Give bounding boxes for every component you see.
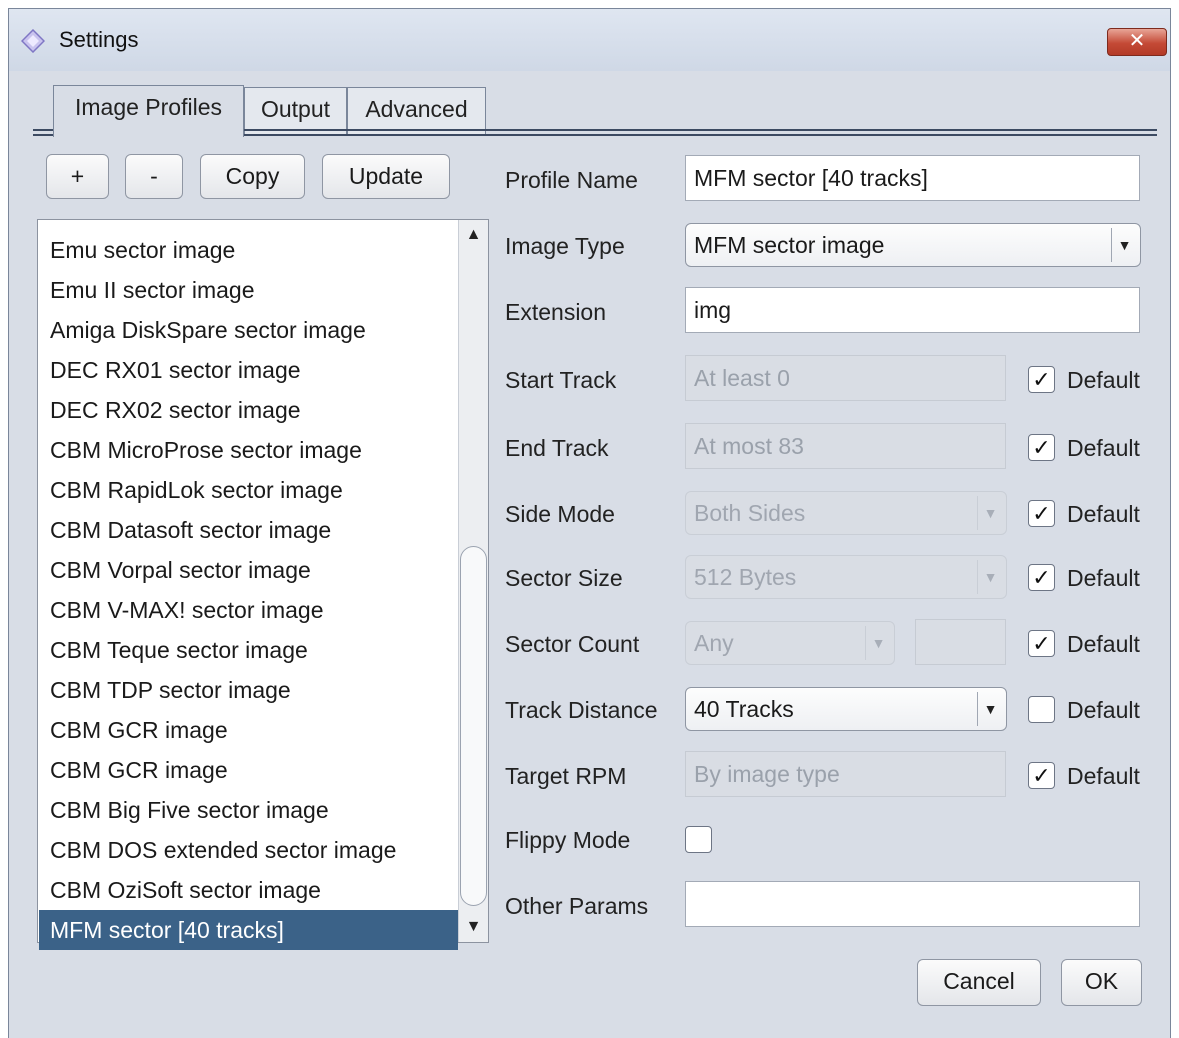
list-item[interactable]: CBM Vorpal sector image [39,550,458,590]
check-icon: ✓ [1032,631,1051,656]
side-mode-default-checkbox[interactable]: ✓ [1028,500,1055,527]
start-track-default-checkbox[interactable]: ✓ [1028,366,1055,393]
check-icon: ✓ [1032,367,1051,392]
target-rpm-label: Target RPM [505,763,627,789]
cancel-button[interactable]: Cancel [917,959,1041,1006]
image-type-select[interactable]: MFM sector image ▼ [685,223,1141,267]
other-params-field[interactable] [685,881,1140,927]
remove-profile-button[interactable]: - [125,154,183,199]
sector-count-value: Any [694,630,734,656]
tab-image-profiles[interactable]: Image Profiles [53,85,244,137]
flippy-mode-label: Flippy Mode [505,827,631,853]
check-icon: ✓ [1032,763,1051,788]
list-item[interactable]: CBM DOS extended sector image [39,830,458,870]
sector-count-default-label: Default [1067,631,1140,657]
list-item[interactable]: CBM GCR image [39,710,458,750]
check-icon: ✓ [1032,435,1051,460]
side-mode-label: Side Mode [505,501,615,527]
list-item[interactable]: CBM Datasoft sector image [39,510,458,550]
ok-button[interactable]: OK [1061,959,1142,1006]
scrollbar-thumb[interactable] [460,546,487,906]
tab-output[interactable]: Output [244,87,347,135]
check-icon: ✓ [1032,565,1051,590]
window-title: Settings [59,27,139,52]
settings-dialog: Settings ✕ Image Profiles Output Advance… [8,8,1171,1038]
scroll-down-arrow-icon[interactable]: ▼ [459,912,488,942]
extension-field[interactable]: img [685,287,1140,333]
sector-count-label: Sector Count [505,631,640,657]
other-params-label: Other Params [505,893,649,919]
target-rpm-default-checkbox[interactable]: ✓ [1028,762,1055,789]
profile-name-label: Profile Name [505,167,638,193]
image-type-label: Image Type [505,233,625,259]
tab-advanced[interactable]: Advanced [347,87,486,135]
end-track-default-checkbox[interactable]: ✓ [1028,434,1055,461]
flippy-mode-checkbox[interactable] [685,826,712,853]
start-track-field[interactable]: At least 0 [685,355,1006,401]
dropdown-arrow-icon: ▼ [977,560,1003,594]
target-rpm-default-label: Default [1067,763,1140,789]
list-item[interactable]: Emu sector image [39,230,458,270]
app-diamond-icon [21,29,45,53]
list-item[interactable]: DEC RX02 sector image [39,390,458,430]
check-icon: ✓ [1032,501,1051,526]
profile-name-field[interactable]: MFM sector [40 tracks] [685,155,1140,201]
extension-label: Extension [505,299,607,325]
target-rpm-field[interactable]: By image type [685,751,1006,797]
side-mode-default-label: Default [1067,501,1140,527]
side-mode-select[interactable]: Both Sides ▼ [685,491,1007,535]
sector-size-default-checkbox[interactable]: ✓ [1028,564,1055,591]
title-bar: Settings ✕ [9,9,1170,71]
list-item[interactable]: CBM RapidLok sector image [39,470,458,510]
close-button[interactable]: ✕ [1107,28,1167,56]
end-track-default-label: Default [1067,435,1140,461]
sector-count-field[interactable] [915,619,1006,665]
end-track-label: End Track [505,435,609,461]
end-track-field[interactable]: At most 83 [685,423,1006,469]
add-profile-button[interactable]: + [46,154,109,199]
list-item[interactable]: DEC RX01 sector image [39,350,458,390]
list-item[interactable]: CBM TDP sector image [39,670,458,710]
update-profile-button[interactable]: Update [322,154,450,199]
track-distance-select[interactable]: 40 Tracks ▼ [685,687,1007,731]
image-type-value: MFM sector image [694,232,885,258]
list-item[interactable]: CBM MicroProse sector image [39,430,458,470]
sector-count-default-checkbox[interactable]: ✓ [1028,630,1055,657]
close-icon: ✕ [1128,30,1146,52]
dropdown-arrow-icon: ▼ [977,692,1003,726]
dropdown-arrow-icon: ▼ [977,496,1003,530]
list-item[interactable]: Amiga DiskSpare sector image [39,310,458,350]
list-item[interactable]: Emu II sector image [39,270,458,310]
sector-size-default-label: Default [1067,565,1140,591]
list-item-selected[interactable]: MFM sector [40 tracks] [39,910,458,950]
list-item[interactable]: CBM GCR image [39,750,458,790]
start-track-default-label: Default [1067,367,1140,393]
track-distance-default-label: Default [1067,697,1140,723]
list-item[interactable]: CBM OziSoft sector image [39,870,458,910]
track-distance-default-checkbox[interactable] [1028,696,1055,723]
dropdown-arrow-icon: ▼ [865,626,891,660]
copy-profile-button[interactable]: Copy [200,154,305,199]
start-track-label: Start Track [505,367,617,393]
profile-list[interactable]: Emu sector image Emu II sector image Ami… [37,219,489,950]
list-scrollbar[interactable]: ▲ ▼ [458,220,488,942]
dropdown-arrow-icon: ▼ [1111,228,1137,262]
list-item[interactable]: CBM Big Five sector image [39,790,458,830]
sector-size-select[interactable]: 512 Bytes ▼ [685,555,1007,599]
side-mode-value: Both Sides [694,500,806,526]
sector-size-value: 512 Bytes [694,564,797,590]
track-distance-value: 40 Tracks [694,696,794,722]
list-item[interactable]: CBM Teque sector image [39,630,458,670]
sector-count-select[interactable]: Any ▼ [685,621,895,665]
sector-size-label: Sector Size [505,565,623,591]
track-distance-label: Track Distance [505,697,658,723]
scroll-up-arrow-icon[interactable]: ▲ [459,220,488,250]
list-item[interactable]: CBM V-MAX! sector image [39,590,458,630]
